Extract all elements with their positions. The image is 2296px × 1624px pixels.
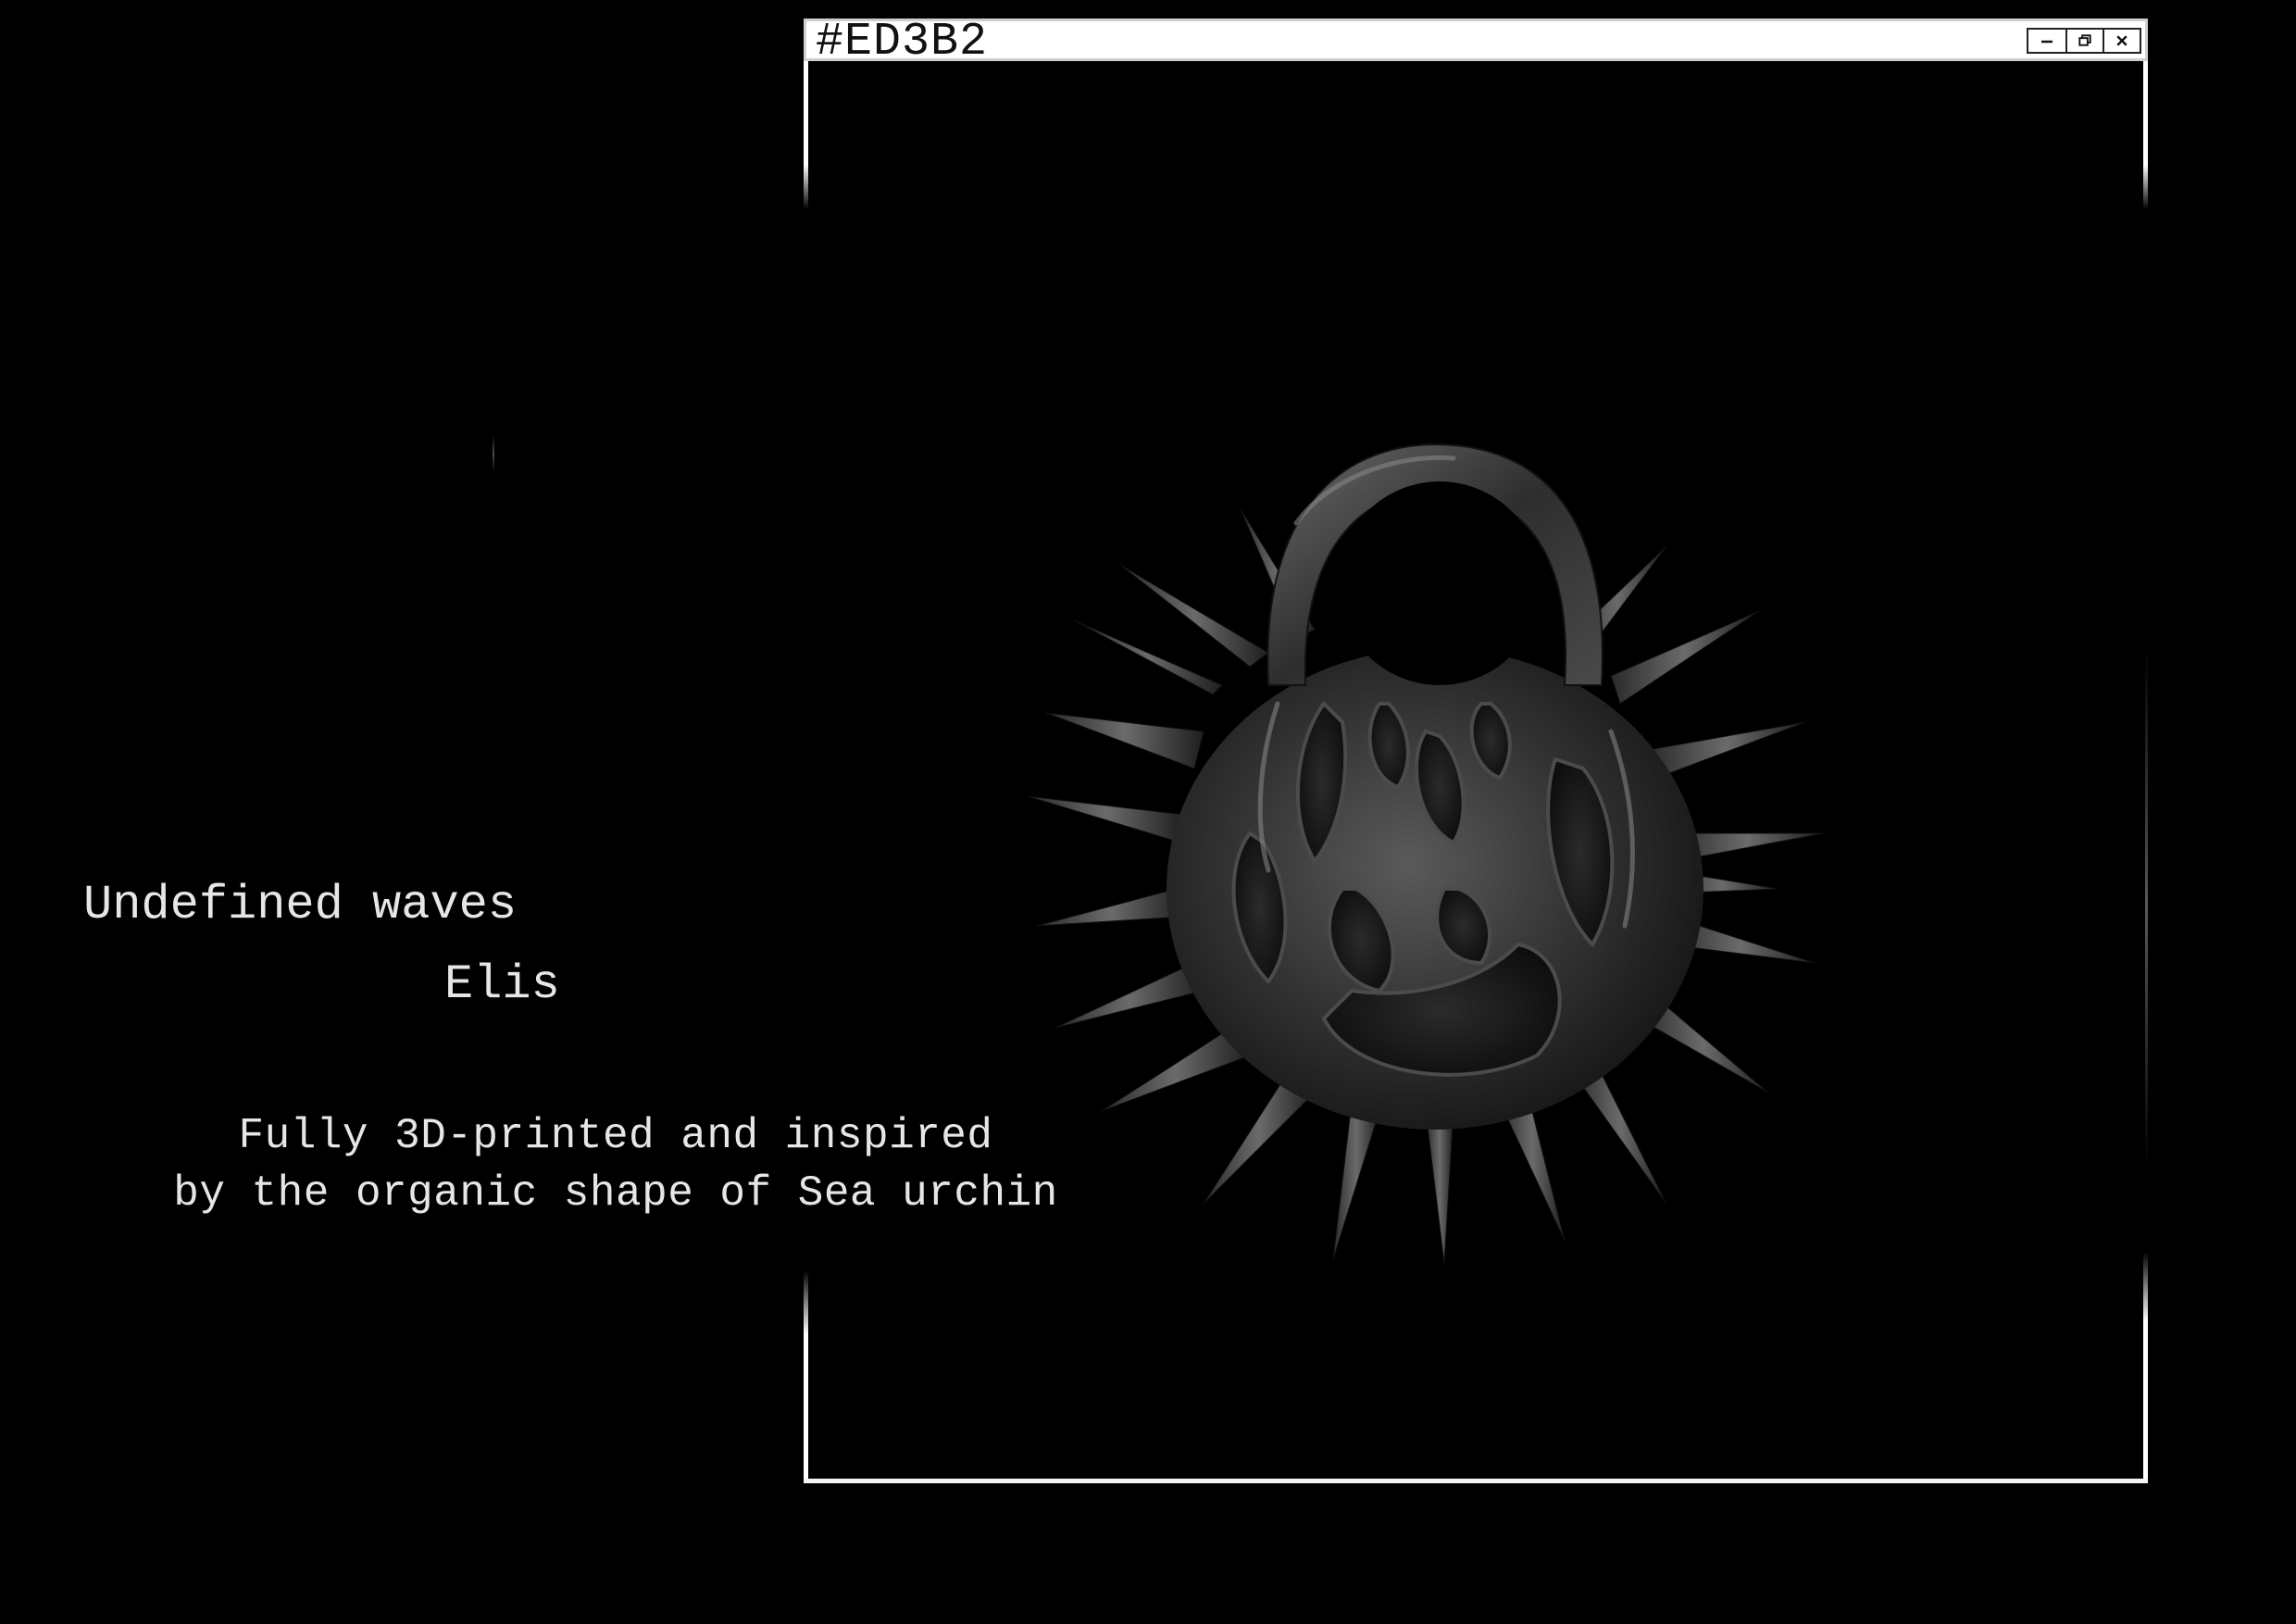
window-controls (2027, 28, 2141, 54)
description-line-1: Fully 3D-printed and inspired (238, 1112, 993, 1160)
window-frame-left-bottom (804, 1270, 808, 1483)
sea-urchin-bag-image (1027, 443, 1825, 1265)
window-frame-right-top (2143, 61, 2148, 209)
window-frame-right-bottom (2143, 1252, 2148, 1483)
restore-button[interactable] (2065, 30, 2103, 52)
stray-mark (493, 435, 494, 472)
product-description: Fully 3D-printed and inspired by the org… (130, 1107, 1102, 1222)
description-line-2: by the organic shape of Sea urchin (173, 1169, 1058, 1218)
window-frame-bottom (804, 1479, 2148, 1483)
product-title: Undefined waves (83, 878, 518, 932)
restore-icon (2078, 34, 2091, 46)
designer-name: Elis (444, 957, 560, 1012)
close-icon (2116, 35, 2128, 46)
minimize-button[interactable] (2028, 30, 2065, 52)
window-frame-left-top (804, 61, 808, 209)
close-button[interactable] (2103, 30, 2140, 52)
minimize-icon (2041, 40, 2053, 44)
window-titlebar[interactable]: #ED3B2 (804, 19, 2148, 66)
window-title: #ED3B2 (816, 16, 989, 69)
window-frame-right-mid (2145, 648, 2148, 1167)
